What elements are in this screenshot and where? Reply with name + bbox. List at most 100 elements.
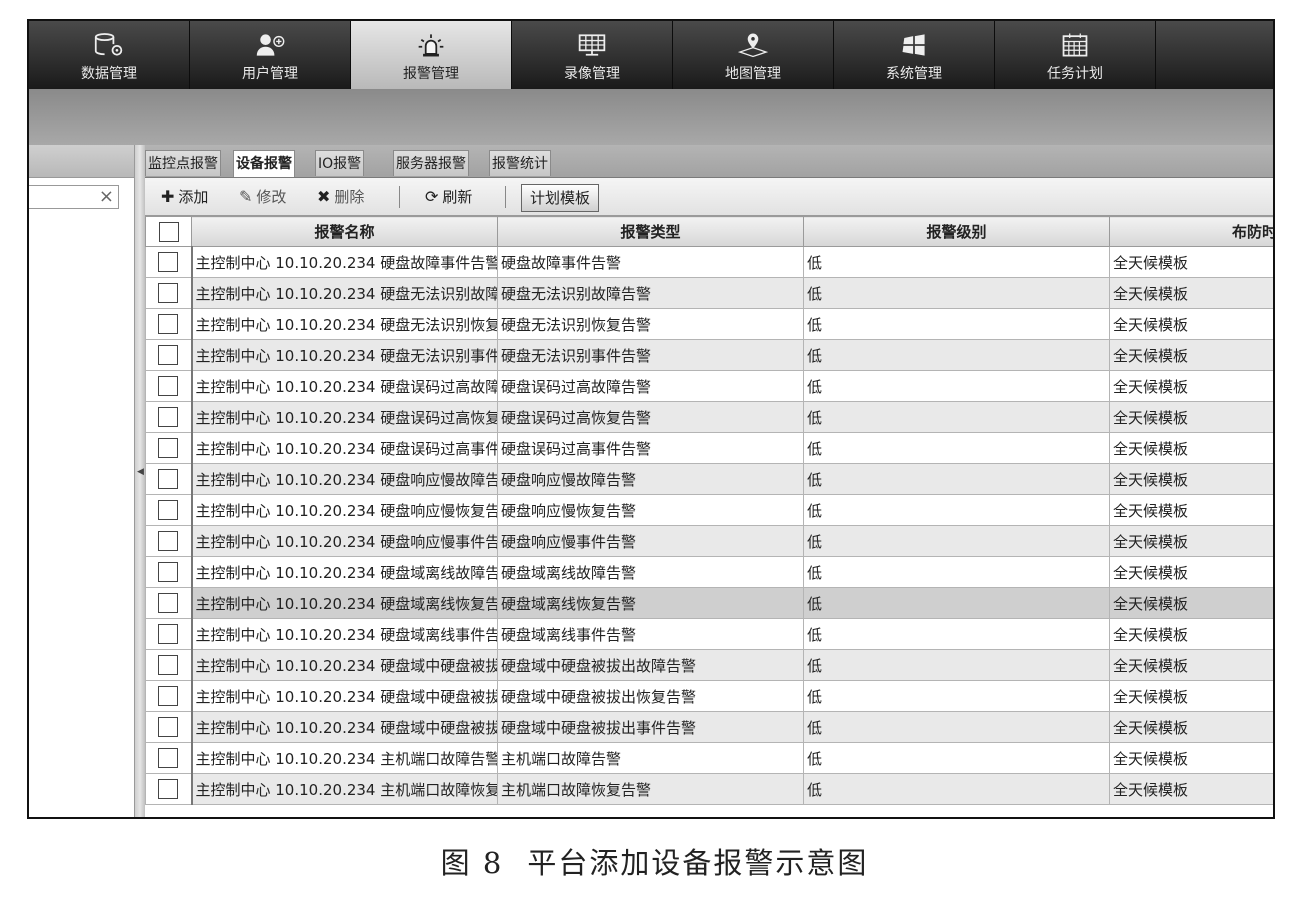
left-search-input[interactable]: × (29, 185, 119, 209)
row-checkbox[interactable] (158, 686, 179, 706)
cell-alarm-level: 低 (803, 742, 1110, 774)
table-row[interactable]: 主控制中心 10.10.20.234 硬盘误码过高故障告警 硬盘误码过高故障告警低… (145, 370, 1273, 402)
nav-item-label: 报警管理 (403, 66, 459, 82)
row-checkbox[interactable] (158, 407, 179, 427)
nav-item-5[interactable]: 系统管理 (834, 21, 995, 89)
row-checkbox[interactable] (158, 624, 179, 644)
cell-schedule-template: 全天候模板 (1109, 525, 1273, 557)
cell-alarm-name: 主控制中心 10.10.20.234 硬盘误码过高事件告警 (190, 432, 498, 464)
nav-item-label: 任务计划 (1047, 66, 1103, 82)
tab-0[interactable]: 监控点报警 (145, 150, 221, 176)
table-row[interactable]: 主控制中心 10.10.20.234 硬盘域中硬盘被拔出故障告警硬盘域中硬盘被拔… (145, 649, 1273, 681)
column-header-level[interactable]: 报警级别 (803, 216, 1110, 247)
windows-logo-icon (899, 30, 929, 60)
row-checkbox[interactable] (158, 500, 179, 520)
column-header-schedule[interactable]: 布防时 (1109, 216, 1273, 247)
table-row[interactable]: 主控制中心 10.10.20.234 主机端口故障告警 主机端口故障告警低全天候模… (145, 742, 1273, 774)
row-checkbox-cell (145, 649, 192, 681)
row-checkbox[interactable] (158, 748, 179, 768)
table-row[interactable]: 主控制中心 10.10.20.234 主机端口故障恢复告警 主机端口故障恢复告警低… (145, 773, 1273, 805)
collapse-arrow-icon[interactable]: ◀ (137, 467, 144, 477)
nav-item-label: 录像管理 (564, 66, 620, 82)
column-header-type[interactable]: 报警类型 (497, 216, 804, 247)
nav-item-4[interactable]: 地图管理 (673, 21, 834, 89)
row-checkbox-cell (145, 370, 192, 402)
cell-alarm-name: 主控制中心 10.10.20.234 硬盘域中硬盘被拔出恢复告警 (190, 680, 498, 712)
plan-template-button[interactable]: 计划模板 (521, 184, 600, 212)
edit-button[interactable]: ✎ 修改 (239, 185, 286, 209)
cell-schedule-template: 全天候模板 (1109, 773, 1273, 805)
recording-grid-icon (577, 30, 607, 60)
cell-alarm-type: 硬盘域中硬盘被拔出恢复告警 (497, 680, 804, 712)
cell-alarm-level: 低 (803, 556, 1110, 588)
nav-item-6[interactable]: 任务计划 (995, 21, 1156, 89)
plus-icon: ✚ (161, 187, 175, 206)
column-header-name[interactable]: 报警名称 (191, 216, 498, 247)
toolbar-divider (505, 186, 506, 208)
cell-alarm-type: 主机端口故障恢复告警 (497, 773, 804, 805)
tab-2[interactable]: IO报警 (315, 150, 365, 176)
table-row[interactable]: 主控制中心 10.10.20.234 硬盘响应慢事件告警 硬盘响应慢事件告警低全天… (145, 525, 1273, 557)
nav-item-1[interactable]: 用户管理 (190, 21, 351, 89)
table-row[interactable]: 主控制中心 10.10.20.234 硬盘域离线故障告警 硬盘域离线故障告警低全天… (145, 556, 1273, 588)
cell-schedule-template: 全天候模板 (1109, 618, 1273, 650)
row-checkbox[interactable] (158, 779, 179, 799)
main-content: 监控点报警 设备报警 IO报警 服务器报警 报警统计 ✚ 添加 ✎ 修改 ✖ 删除 ⟳ … (145, 145, 1273, 817)
tab-3[interactable]: 服务器报警 (393, 150, 469, 176)
alarm-table: 报警名称 报警类型 报警级别 布防时 主控制中心 10.10.20.234 硬盘… (145, 216, 1273, 805)
toolbar: ✚ 添加 ✎ 修改 ✖ 删除 ⟳ 刷新 计划模板 (145, 178, 1273, 216)
cell-schedule-template: 全天候模板 (1109, 680, 1273, 712)
table-row[interactable]: 主控制中心 10.10.20.234 硬盘误码过高事件告警 硬盘误码过高事件告警低… (145, 432, 1273, 464)
cell-schedule-template: 全天候模板 (1109, 556, 1273, 588)
tab-4[interactable]: 报警统计 (489, 150, 551, 176)
cell-alarm-type: 硬盘无法识别恢复告警 (497, 308, 804, 340)
table-row[interactable]: 主控制中心 10.10.20.234 硬盘域离线恢复告警 硬盘域离线恢复告警低全天… (145, 587, 1273, 619)
row-checkbox-cell (145, 680, 192, 712)
refresh-icon: ⟳ (425, 187, 439, 206)
table-row[interactable]: 主控制中心 10.10.20.234 硬盘域中硬盘被拔出恢复告警硬盘域中硬盘被拔… (145, 680, 1273, 712)
delete-button[interactable]: ✖ 删除 (317, 185, 364, 209)
row-checkbox-cell (145, 587, 192, 619)
select-all-checkbox[interactable] (158, 221, 179, 242)
refresh-button[interactable]: ⟳ 刷新 (425, 185, 472, 209)
row-checkbox[interactable] (158, 717, 179, 737)
row-checkbox[interactable] (158, 376, 179, 396)
add-button[interactable]: ✚ 添加 (161, 185, 208, 209)
table-row[interactable]: 主控制中心 10.10.20.234 硬盘无法识别事件告警 硬盘无法识别事件告警低… (145, 339, 1273, 371)
row-checkbox[interactable] (158, 562, 179, 582)
row-checkbox[interactable] (158, 283, 179, 303)
row-checkbox-cell (145, 618, 192, 650)
cell-schedule-template: 全天候模板 (1109, 649, 1273, 681)
table-row[interactable]: 主控制中心 10.10.20.234 硬盘域离线事件告警 硬盘域离线事件告警低全天… (145, 618, 1273, 650)
clear-search-icon[interactable]: × (99, 187, 114, 207)
row-checkbox[interactable] (158, 655, 179, 675)
nav-item-0[interactable]: 数据管理 (29, 21, 190, 89)
table-row[interactable]: 主控制中心 10.10.20.234 硬盘响应慢故障告警 硬盘响应慢故障告警低全天… (145, 463, 1273, 495)
cell-alarm-level: 低 (803, 370, 1110, 402)
row-checkbox[interactable] (158, 345, 179, 365)
row-checkbox[interactable] (158, 314, 179, 334)
cell-alarm-type: 硬盘响应慢事件告警 (497, 525, 804, 557)
row-checkbox[interactable] (158, 438, 179, 458)
cell-alarm-name: 主控制中心 10.10.20.234 硬盘无法识别故障告警 (190, 277, 498, 309)
nav-item-2[interactable]: 报警管理 (351, 21, 512, 89)
cell-alarm-level: 低 (803, 649, 1110, 681)
tab-1[interactable]: 设备报警 (233, 150, 295, 177)
nav-item-3[interactable]: 录像管理 (512, 21, 673, 89)
cell-alarm-level: 低 (803, 277, 1110, 309)
row-checkbox[interactable] (158, 252, 179, 272)
row-checkbox[interactable] (158, 469, 179, 489)
table-row[interactable]: 主控制中心 10.10.20.234 硬盘无法识别恢复告警 硬盘无法识别恢复告警低… (145, 308, 1273, 340)
table-row[interactable]: 主控制中心 10.10.20.234 硬盘无法识别故障告警 硬盘无法识别故障告警低… (145, 277, 1273, 309)
table-row[interactable]: 主控制中心 10.10.20.234 硬盘故障事件告警 硬盘故障事件告警低全天候模… (145, 246, 1273, 278)
delete-x-icon: ✖ (317, 187, 331, 206)
row-checkbox[interactable] (158, 531, 179, 551)
database-gear-icon (94, 30, 124, 60)
cell-alarm-level: 低 (803, 308, 1110, 340)
table-row[interactable]: 主控制中心 10.10.20.234 硬盘域中硬盘被拔出事件告警硬盘域中硬盘被拔… (145, 711, 1273, 743)
table-row[interactable]: 主控制中心 10.10.20.234 硬盘响应慢恢复告警 硬盘响应慢恢复告警低全天… (145, 494, 1273, 526)
app-screenshot: 数据管理 用户管理 报警管理 录像管理 地图管理 系统管理 任务计划 × ◀ 监控点报警 设备… (27, 19, 1275, 819)
table-row[interactable]: 主控制中心 10.10.20.234 硬盘误码过高恢复告警 硬盘误码过高恢复告警低… (145, 401, 1273, 433)
cell-schedule-template: 全天候模板 (1109, 432, 1273, 464)
row-checkbox[interactable] (158, 593, 179, 613)
